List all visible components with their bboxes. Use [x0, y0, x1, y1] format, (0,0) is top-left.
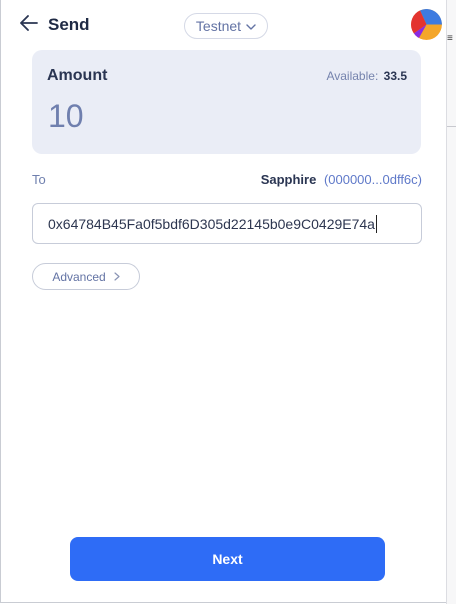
advanced-button[interactable]: Advanced — [32, 263, 140, 290]
page-title: Send — [48, 15, 90, 34]
amount-label: Amount — [47, 67, 108, 84]
available-label: Available: — [326, 69, 379, 83]
recipient-summary: Sapphire (000000...0dff6c) — [261, 172, 422, 187]
available-value: 33.5 — [383, 69, 407, 83]
network-selector[interactable]: Testnet — [184, 13, 268, 39]
advanced-label: Advanced — [52, 269, 106, 284]
amount-input[interactable]: 10 — [48, 98, 84, 135]
background-edge-line — [447, 126, 456, 127]
network-label: Testnet — [195, 18, 242, 34]
available-balance: Available: 33.5 — [326, 69, 407, 83]
header: Send Testnet — [0, 0, 446, 52]
recipient-address-input[interactable]: 0x64784B45Fa0f5bdf6D305d22145b0e9C0429E7… — [32, 203, 422, 244]
background-edge-mark: ≡ — [447, 33, 453, 44]
to-label: To — [32, 172, 46, 187]
recipient-short-address: (000000...0dff6c) — [323, 172, 422, 187]
recipient-name: Sapphire — [260, 172, 317, 187]
text-caret — [375, 214, 377, 233]
account-avatar-icon[interactable] — [411, 9, 442, 40]
background-edge — [446, 0, 456, 604]
arrow-left-icon — [20, 14, 38, 36]
chevron-right-icon — [114, 270, 120, 284]
recipient-address-value: 0x64784B45Fa0f5bdf6D305d22145b0e9C0429E7… — [48, 215, 375, 232]
chevron-down-icon — [246, 18, 256, 34]
next-button[interactable]: Next — [70, 537, 385, 581]
back-button[interactable] — [18, 14, 40, 36]
amount-card: Amount Available: 33.5 10 — [32, 50, 421, 154]
